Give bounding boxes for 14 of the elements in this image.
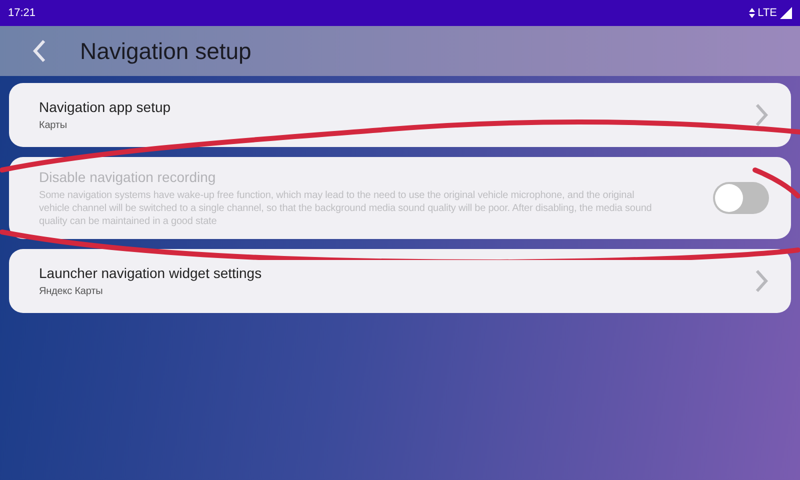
setting-title: Launcher navigation widget settings	[39, 264, 263, 280]
setting-description: Яндекс Карты	[39, 284, 104, 298]
settings-row[interactable]: Launcher navigation widget settings Яндекс Карты	[9, 249, 791, 313]
chevron-icon	[755, 269, 769, 293]
chevron-icon	[755, 103, 769, 127]
setting-title: Disable navigation recording	[39, 168, 217, 184]
signal-icon	[780, 7, 792, 19]
status-time: 17:21	[8, 7, 36, 19]
setting-description: Карты	[39, 118, 68, 132]
network-label: LTE	[758, 7, 777, 19]
page-title: Navigation setup	[80, 38, 252, 64]
settings-row[interactable]: Navigation app setup Карты	[9, 83, 791, 147]
data-arrows-icon	[748, 8, 755, 18]
setting-title: Navigation app setup	[39, 98, 172, 114]
